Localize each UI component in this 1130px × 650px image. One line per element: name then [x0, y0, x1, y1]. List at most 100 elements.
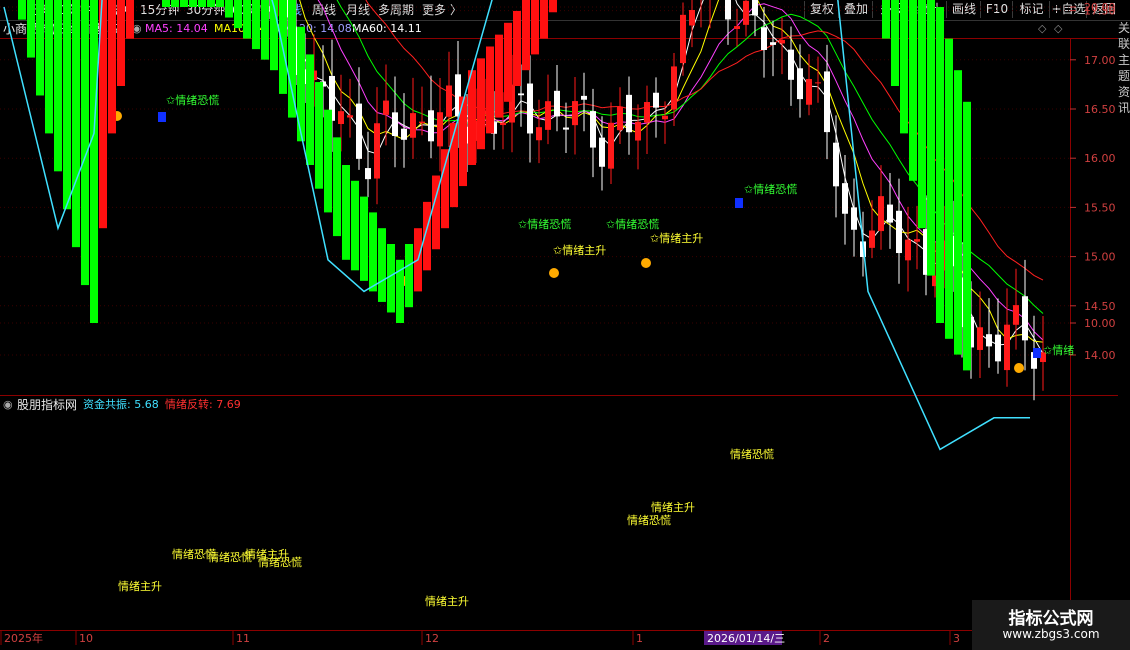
candle-body	[635, 121, 641, 141]
indicator-bar	[918, 0, 926, 229]
indicator-bar	[108, 0, 116, 134]
indicator-bar	[954, 70, 962, 355]
indicator-bar	[387, 244, 395, 313]
indicator-bar	[882, 0, 890, 39]
indicator-bar	[126, 0, 134, 39]
indicator-signal-up: 情绪主升	[651, 500, 695, 514]
candle-body	[887, 204, 893, 223]
indicator-bar	[927, 0, 935, 276]
blue-marker	[735, 198, 743, 208]
candle-body	[905, 239, 911, 261]
indicator-signal-up: 情绪主升	[118, 579, 162, 593]
candle-body	[410, 113, 416, 138]
indicator-bar	[477, 58, 485, 150]
y-tick-label: 15.00	[1084, 251, 1116, 264]
indicator-bar	[171, 0, 179, 7]
time-label: 11	[236, 632, 250, 645]
indicator-bar	[27, 0, 35, 58]
indicator-bar	[189, 0, 197, 7]
signal-panic: ✩情绪恐慌	[744, 182, 797, 196]
blue-marker	[158, 112, 166, 122]
candle-body	[797, 68, 803, 100]
candle-body	[671, 66, 677, 110]
candle-body	[1013, 305, 1019, 325]
indicator-bar	[441, 149, 449, 229]
indicator-y-tick-label: 20.00	[1084, 1, 1116, 14]
signal-panic: ✩情绪恐慌	[166, 93, 219, 107]
candle-body	[1022, 296, 1028, 341]
indicator-bar	[18, 0, 26, 20]
indicator-bar	[72, 0, 80, 248]
candle-body	[617, 106, 623, 131]
candle-body	[743, 0, 749, 25]
signal-panic-cut: ✩情绪	[1043, 343, 1074, 357]
signal-panic: ✩情绪恐慌	[606, 217, 659, 231]
indicator-bar	[81, 0, 89, 286]
indicator-y-tick-label: 10.00	[1084, 317, 1116, 330]
cursor-date-label: 2026/01/14/三	[707, 632, 785, 645]
candle-body	[869, 230, 875, 248]
indicator-signal-panic: 情绪恐慌	[730, 447, 774, 461]
candle-body	[878, 196, 884, 232]
indicator-bar	[162, 0, 170, 7]
indicator-bar	[54, 0, 62, 172]
time-label: 3	[953, 632, 960, 645]
gold-coin-marker	[641, 258, 651, 268]
indicator-bar	[297, 26, 305, 142]
candle-body	[1004, 324, 1010, 371]
indicator-bar	[342, 165, 350, 260]
candle-body	[536, 127, 542, 141]
indicator-bar	[90, 0, 98, 323]
candle-body	[338, 111, 344, 125]
indicator-bar	[261, 0, 269, 60]
candle-body	[653, 92, 659, 108]
candle-body	[356, 103, 362, 159]
indicator-bar	[909, 0, 917, 181]
indicator-bar	[468, 70, 476, 165]
indicator-signal-up: 情绪主升	[425, 594, 469, 608]
candle-body	[392, 112, 398, 137]
y-tick-label: 16.00	[1084, 152, 1116, 165]
indicator-bar	[225, 0, 233, 18]
indicator-bar	[216, 0, 224, 7]
blue-marker	[1033, 348, 1041, 358]
indicator-bar	[333, 137, 341, 237]
indicator-bar	[549, 0, 557, 13]
indicator-signal-panic: 情绪恐慌	[258, 555, 302, 569]
indicator-signal-panic: 情绪恐慌	[627, 513, 671, 527]
watermark-title: 指标公式网	[1008, 609, 1094, 629]
indicator-bar	[495, 34, 503, 118]
candle-body	[779, 39, 785, 44]
indicator-bar	[900, 0, 908, 134]
related-info-strip[interactable]: 关联主题资讯	[1118, 20, 1130, 400]
candle-body	[914, 239, 920, 242]
candle-body	[662, 115, 668, 120]
candle-body	[599, 137, 605, 167]
candle-body	[500, 122, 506, 126]
y-tick-label: 14.50	[1084, 300, 1116, 313]
y-tick-label: 17.00	[1084, 54, 1116, 67]
y-tick-label: 16.50	[1084, 103, 1116, 116]
candle-body	[770, 42, 776, 45]
watermark: 指标公式网 www.zbgs3.com	[972, 600, 1130, 650]
indicator-bar	[891, 0, 899, 86]
indicator-bar	[405, 244, 413, 308]
kline-chart[interactable]: ✩情绪恐慌✩情绪恐慌 ✩情绪恐慌✩情绪恐慌✩情绪主升✩情绪主升✩情绪 情绪主升情绪…	[0, 0, 1130, 650]
candle-body	[680, 14, 686, 64]
candle-body	[761, 27, 767, 50]
candle-body	[833, 142, 839, 187]
indicator-bar	[945, 38, 953, 339]
indicator-bar	[369, 212, 377, 292]
signal-panic: ✩情绪恐慌	[518, 217, 571, 231]
candle-body	[446, 85, 452, 117]
candle-body	[437, 112, 443, 147]
indicator-bar	[531, 0, 539, 55]
candle-body	[725, 0, 731, 20]
indicator-bar	[360, 196, 368, 281]
candle-body	[554, 90, 560, 117]
signal-up: ✩情绪主升	[650, 231, 703, 245]
indicator-bar	[378, 228, 386, 302]
candle-body	[815, 82, 821, 84]
gold-coin-marker	[549, 268, 559, 278]
indicator-bar	[486, 46, 494, 134]
